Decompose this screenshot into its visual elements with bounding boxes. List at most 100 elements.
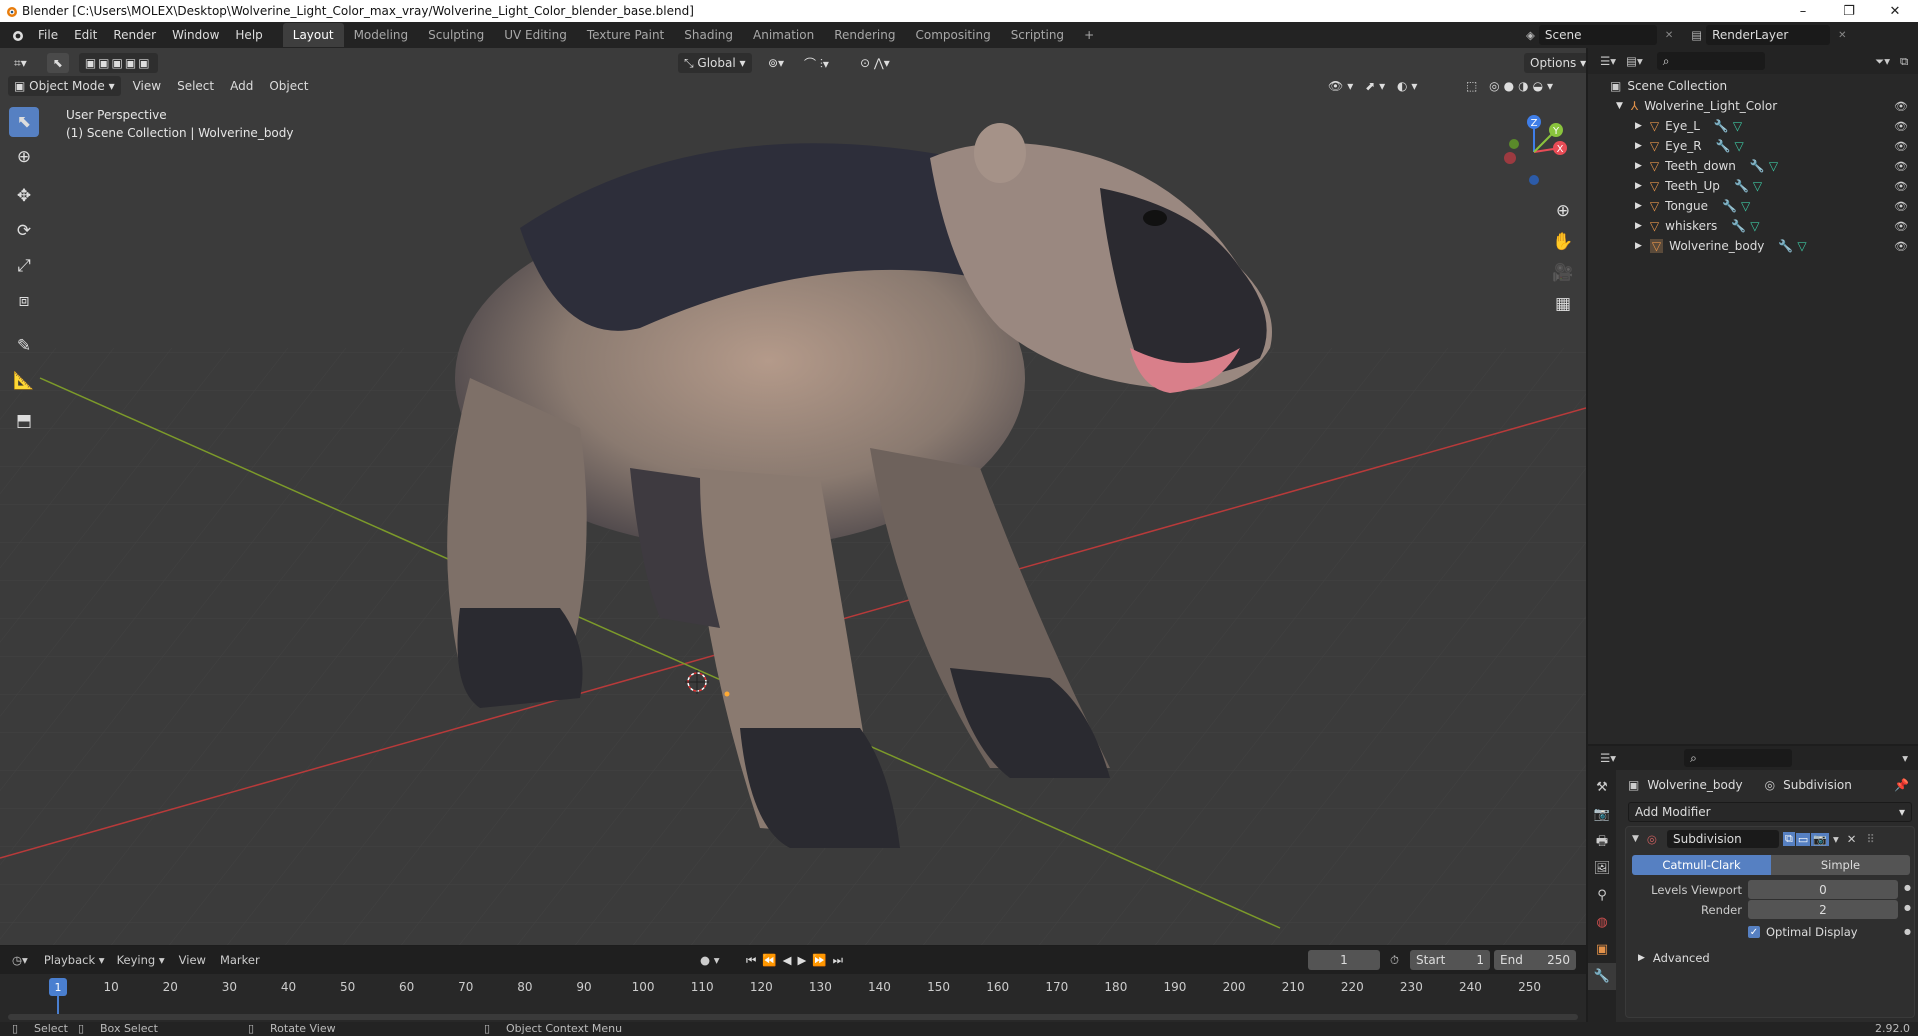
pan-hand-icon[interactable]: ✋ [1550, 227, 1576, 258]
zoom-icon[interactable]: ⊕ [1550, 196, 1576, 227]
panel-collapse-icon[interactable]: ▼ [1632, 834, 1639, 844]
rotate-tool[interactable]: ⟳ [9, 216, 39, 246]
tab-shading[interactable]: Shading [674, 23, 743, 47]
menu-add[interactable]: Add [222, 79, 261, 93]
modifier-name-input[interactable]: Subdivision [1666, 830, 1779, 848]
mesh-data-icon[interactable]: ▽ [1753, 179, 1762, 193]
visibility-eye-icon[interactable]: 👁 [1894, 240, 1908, 253]
shading-mode-icons[interactable]: ⬚ ◎●◑◒▾ [1466, 79, 1557, 93]
remove-modifier-icon[interactable]: ✕ [1847, 832, 1857, 846]
scale-tool[interactable]: ⤢ [9, 251, 39, 281]
modifier-wrench-icon[interactable]: 🔧 [1731, 219, 1746, 233]
menu-keying[interactable]: Keying [117, 953, 156, 967]
editor-type-icon[interactable]: ⌗▾ [8, 53, 33, 73]
menu-window[interactable]: Window [164, 28, 227, 42]
menu-help[interactable]: Help [227, 28, 270, 42]
timeline-editor-type-icon[interactable]: ◷▾ [12, 953, 28, 967]
tab-texture-paint[interactable]: Texture Paint [577, 23, 674, 47]
menu-view[interactable]: View [125, 79, 169, 93]
collapse-arrow-icon[interactable]: ▶ [1635, 161, 1642, 171]
pin-icon[interactable]: 📌 [1894, 778, 1909, 792]
collapse-arrow-icon[interactable]: ▶ [1635, 121, 1642, 131]
ortho-grid-icon[interactable]: ▦ [1550, 289, 1576, 320]
gizmo-neg-z[interactable] [1529, 175, 1539, 185]
modifier-tab-icon[interactable]: 🔧 [1588, 963, 1616, 990]
tab-modeling[interactable]: Modeling [344, 23, 419, 47]
gizmo-neg-x[interactable] [1504, 152, 1516, 164]
maximize-button[interactable]: ❐ [1826, 0, 1872, 22]
outliner-object-row[interactable]: ▶ ▽ Wolverine_body 🔧 ▽ 👁 [1588, 236, 1918, 256]
mesh-data-icon[interactable]: ▽ [1733, 119, 1742, 133]
outliner-search-input[interactable]: ⌕ [1656, 52, 1765, 70]
drag-handle-icon[interactable]: ⠿ [1866, 832, 1874, 846]
keyframe-dot-icon[interactable]: ● [1904, 927, 1911, 936]
timeline-scrollbar[interactable] [8, 1014, 1578, 1020]
end-frame-field[interactable]: End 250 [1494, 950, 1576, 970]
preview-range-icon[interactable]: ⏱ [1390, 953, 1399, 968]
measure-tool[interactable]: 📐 [9, 366, 39, 396]
object-tab-icon[interactable]: ▣ [1588, 936, 1616, 963]
outliner-object-row[interactable]: ▶ ▽ whiskers 🔧 ▽ 👁 [1588, 216, 1918, 236]
world-tab-icon[interactable]: ◍ [1588, 909, 1616, 936]
menu-edit[interactable]: Edit [66, 28, 105, 42]
cursor-tool[interactable]: ⊕ [9, 142, 39, 172]
visibility-eye-icon[interactable]: 👁 [1894, 100, 1908, 113]
render-levels-field[interactable]: 2 [1748, 900, 1898, 919]
renderlayer-close-icon[interactable]: ✕ [1838, 30, 1846, 41]
catmull-clark-option[interactable]: Catmull-Clark [1632, 855, 1771, 875]
modifier-wrench-icon[interactable]: 🔧 [1778, 239, 1793, 253]
visibility-eye-icon[interactable]: 👁 [1894, 220, 1908, 233]
expand-arrow-icon[interactable]: ▼ [1616, 101, 1623, 111]
mesh-data-icon[interactable]: ▽ [1735, 139, 1744, 153]
properties-search-input[interactable]: ⌕ [1684, 749, 1793, 767]
scene-close-icon[interactable]: ✕ [1665, 30, 1673, 41]
tab-compositing[interactable]: Compositing [905, 23, 1000, 47]
modifier-menu-chevron-icon[interactable]: ▾ [1833, 832, 1839, 846]
visibility-eye-icon[interactable]: 👁 [1894, 160, 1908, 173]
transform-tool[interactable]: ⧈ [9, 286, 39, 316]
visibility-eye-icon[interactable]: 👁 [1894, 140, 1908, 153]
modifier-wrench-icon[interactable]: 🔧 [1734, 179, 1749, 193]
collapse-arrow-icon[interactable]: ▶ [1635, 221, 1642, 231]
modifier-wrench-icon[interactable]: 🔧 [1716, 139, 1731, 153]
keyframe-dot-icon[interactable]: ● [1904, 903, 1911, 912]
filter-icon[interactable]: ⏷▾ [1875, 54, 1890, 69]
mode-selector[interactable]: ▣ Object Mode ▾ [8, 76, 121, 96]
scene-selector[interactable]: Scene [1538, 25, 1657, 45]
select-box-tool[interactable]: ⬉ [9, 107, 39, 137]
optimal-display-checkbox[interactable]: ✓ Optimal Display [1748, 925, 1858, 939]
menu-file[interactable]: File [30, 28, 66, 42]
display-mode-icon[interactable]: ▤▾ [1626, 54, 1643, 68]
current-frame-field[interactable]: 1 [1308, 950, 1380, 970]
tab-layout[interactable]: Layout [282, 23, 344, 47]
visibility-overlay-icons[interactable]: 👁▾ ⬈▾ ◐▾ [1328, 79, 1421, 93]
tab-rendering[interactable]: Rendering [824, 23, 905, 47]
outliner-object-row[interactable]: ▶ ▽ Eye_R 🔧 ▽ 👁 [1588, 136, 1918, 156]
menu-marker[interactable]: Marker [220, 953, 260, 967]
outliner-editor-type-icon[interactable]: ☰▾ [1600, 54, 1616, 68]
modifier-wrench-icon[interactable]: 🔧 [1722, 199, 1737, 213]
snap-icon[interactable]: ⌒ ⫶▾ [798, 53, 835, 73]
transform-orientation-selector[interactable]: ⤡ Global ▾ [678, 53, 752, 73]
playback-controls[interactable]: ⏮⏪◀▶⏩⏭ [746, 953, 849, 968]
view-layer-tab-icon[interactable]: 🖼 [1588, 855, 1616, 882]
collapse-arrow-icon[interactable]: ▶ [1635, 141, 1642, 151]
camera-view-icon[interactable]: 🎥 [1550, 258, 1576, 289]
visibility-eye-icon[interactable]: 👁 [1894, 180, 1908, 193]
outliner-collection-row[interactable]: ▼ ⅄ Wolverine_Light_Color 👁 [1588, 96, 1918, 116]
timeline-ruler[interactable]: 1 10 20 30 40 50 60 70 80 90 100 110 120 130 140 150 16… [0, 974, 1586, 1022]
renderlayer-selector[interactable]: RenderLayer [1706, 25, 1831, 45]
mesh-data-icon[interactable]: ▽ [1797, 239, 1806, 253]
add-workspace-button[interactable]: + [1074, 23, 1104, 47]
tab-sculpting[interactable]: Sculpting [418, 23, 494, 47]
menu-object[interactable]: Object [261, 79, 316, 93]
menu-playback[interactable]: Playback [44, 953, 95, 967]
outliner-object-row[interactable]: ▶ ▽ Teeth_Up 🔧 ▽ 👁 [1588, 176, 1918, 196]
gizmo-neg-y[interactable] [1509, 139, 1519, 149]
tab-scripting[interactable]: Scripting [1001, 23, 1074, 47]
advanced-subpanel[interactable]: ▶ Advanced [1638, 951, 1710, 965]
collapse-arrow-icon[interactable]: ▶ [1635, 201, 1642, 211]
start-frame-field[interactable]: Start 1 [1410, 950, 1490, 970]
render-toggle-icon[interactable]: 📷 [1811, 832, 1829, 846]
annotate-tool[interactable]: ✎ [9, 331, 39, 361]
